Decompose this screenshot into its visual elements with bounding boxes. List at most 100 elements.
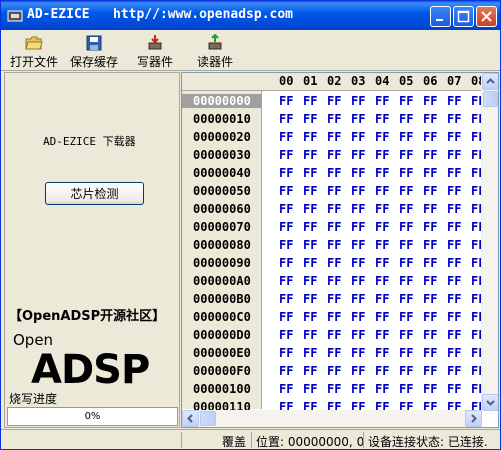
hex-cell[interactable]: FF [279, 382, 293, 396]
hex-cell[interactable]: FF [375, 310, 389, 324]
hex-cell[interactable]: FF [303, 310, 317, 324]
hscroll-thumb[interactable] [200, 411, 216, 426]
scroll-thumb[interactable] [483, 91, 498, 107]
hex-cell[interactable]: FF [351, 166, 365, 180]
hex-cell[interactable]: FF [327, 130, 341, 144]
horizontal-scrollbar[interactable] [182, 410, 482, 427]
hex-cell[interactable]: FF [375, 94, 389, 108]
hex-cell[interactable]: FF [423, 346, 437, 360]
hex-cell[interactable]: FF [447, 364, 461, 378]
hex-cell[interactable]: FF [351, 112, 365, 126]
hex-cell[interactable]: FF [423, 364, 437, 378]
hex-cell[interactable]: FF [447, 130, 461, 144]
vertical-scrollbar[interactable] [481, 73, 498, 411]
hex-cell[interactable]: FF [351, 220, 365, 234]
hex-cell[interactable]: FF [303, 202, 317, 216]
hex-cell[interactable]: FF [375, 382, 389, 396]
hex-cell[interactable]: FF [375, 148, 389, 162]
hex-cell[interactable]: FF [351, 202, 365, 216]
hex-cell[interactable]: FF [375, 130, 389, 144]
hex-cell[interactable]: FF [399, 346, 413, 360]
hex-cell[interactable]: FF [447, 310, 461, 324]
hex-cell[interactable]: FF [375, 166, 389, 180]
hex-cell[interactable]: FF [375, 292, 389, 306]
hex-cell[interactable]: FF [279, 166, 293, 180]
chip-detect-button[interactable]: 芯片检测 [45, 182, 144, 205]
hex-cell[interactable]: FF [399, 256, 413, 270]
hex-cell[interactable]: FF [327, 256, 341, 270]
hex-cell[interactable]: FF [447, 346, 461, 360]
hex-cell[interactable]: FF [327, 112, 341, 126]
hex-cell[interactable]: FF [327, 328, 341, 342]
hex-cell[interactable]: FF [279, 202, 293, 216]
hex-cell[interactable]: FF [423, 220, 437, 234]
hex-cell[interactable]: FF [327, 382, 341, 396]
hex-cell[interactable]: FF [423, 202, 437, 216]
hex-cell[interactable]: FF [279, 346, 293, 360]
hex-cell[interactable]: FF [303, 364, 317, 378]
hex-cell[interactable]: FF [375, 202, 389, 216]
hex-cell[interactable]: FF [399, 166, 413, 180]
hex-cell[interactable]: FF [447, 382, 461, 396]
hex-cell[interactable]: FF [303, 238, 317, 252]
hex-cell[interactable]: FF [447, 328, 461, 342]
hex-cell[interactable]: FF [303, 256, 317, 270]
hex-cell[interactable]: FF [423, 112, 437, 126]
hex-cell[interactable]: FF [423, 292, 437, 306]
hex-cell[interactable]: FF [351, 292, 365, 306]
scroll-down-button[interactable] [482, 394, 498, 411]
hex-cell[interactable]: FF [423, 256, 437, 270]
hex-cell[interactable]: FF [279, 292, 293, 306]
hex-cell[interactable]: FF [375, 256, 389, 270]
hex-cell[interactable]: FF [327, 364, 341, 378]
hex-cell[interactable]: FF [279, 220, 293, 234]
close-button[interactable] [476, 6, 497, 27]
hex-cell[interactable]: FF [375, 328, 389, 342]
scroll-right-button[interactable] [465, 410, 482, 427]
hex-cell[interactable]: FF [375, 184, 389, 198]
hex-cell[interactable]: FF [327, 274, 341, 288]
hex-cell[interactable]: FF [399, 220, 413, 234]
hex-cell[interactable]: FF [447, 238, 461, 252]
hex-cell[interactable]: FF [279, 94, 293, 108]
hex-row[interactable]: 00000090 FF FF FF FF FF FF FF FF FF [182, 255, 485, 273]
hex-cell[interactable]: FF [303, 166, 317, 180]
hex-cell[interactable]: FF [423, 328, 437, 342]
hex-row[interactable]: 00000060 FF FF FF FF FF FF FF FF FF [182, 201, 485, 219]
hex-cell[interactable]: FF [351, 238, 365, 252]
hex-row[interactable]: 00000040 FF FF FF FF FF FF FF FF FF [182, 165, 485, 183]
hex-cell[interactable]: FF [447, 256, 461, 270]
hex-cell[interactable]: FF [279, 274, 293, 288]
hex-cell[interactable]: FF [279, 310, 293, 324]
write-device-button[interactable]: 写器件 [135, 32, 175, 70]
hex-cell[interactable]: FF [279, 328, 293, 342]
scroll-up-button[interactable] [482, 73, 498, 90]
hex-cell[interactable]: FF [375, 346, 389, 360]
hex-cell[interactable]: FF [351, 256, 365, 270]
hex-cell[interactable]: FF [399, 202, 413, 216]
hex-cell[interactable]: FF [303, 112, 317, 126]
hex-cell[interactable]: FF [303, 346, 317, 360]
hex-row[interactable]: 000000B0 FF FF FF FF FF FF FF FF FF [182, 291, 485, 309]
hex-cell[interactable]: FF [351, 310, 365, 324]
hex-cell[interactable]: FF [375, 112, 389, 126]
hex-cell[interactable]: FF [447, 292, 461, 306]
hex-cell[interactable]: FF [351, 382, 365, 396]
hex-cell[interactable]: FF [399, 238, 413, 252]
hex-cell[interactable]: FF [399, 112, 413, 126]
hex-cell[interactable]: FF [327, 202, 341, 216]
hex-cell[interactable]: FF [399, 364, 413, 378]
hex-cell[interactable]: FF [327, 184, 341, 198]
hex-cell[interactable]: FF [279, 112, 293, 126]
hex-cell[interactable]: FF [303, 328, 317, 342]
title-bar[interactable]: AD-EZICE http//:www.openadsp.com [1, 1, 500, 30]
hex-cell[interactable]: FF [351, 346, 365, 360]
hex-cell[interactable]: FF [351, 148, 365, 162]
hex-cell[interactable]: FF [327, 94, 341, 108]
hex-cell[interactable]: FF [423, 166, 437, 180]
hex-cell[interactable]: FF [447, 166, 461, 180]
hex-cell[interactable]: FF [327, 310, 341, 324]
hex-cell[interactable]: FF [327, 292, 341, 306]
hex-cell[interactable]: FF [303, 184, 317, 198]
hex-cell[interactable]: FF [279, 148, 293, 162]
